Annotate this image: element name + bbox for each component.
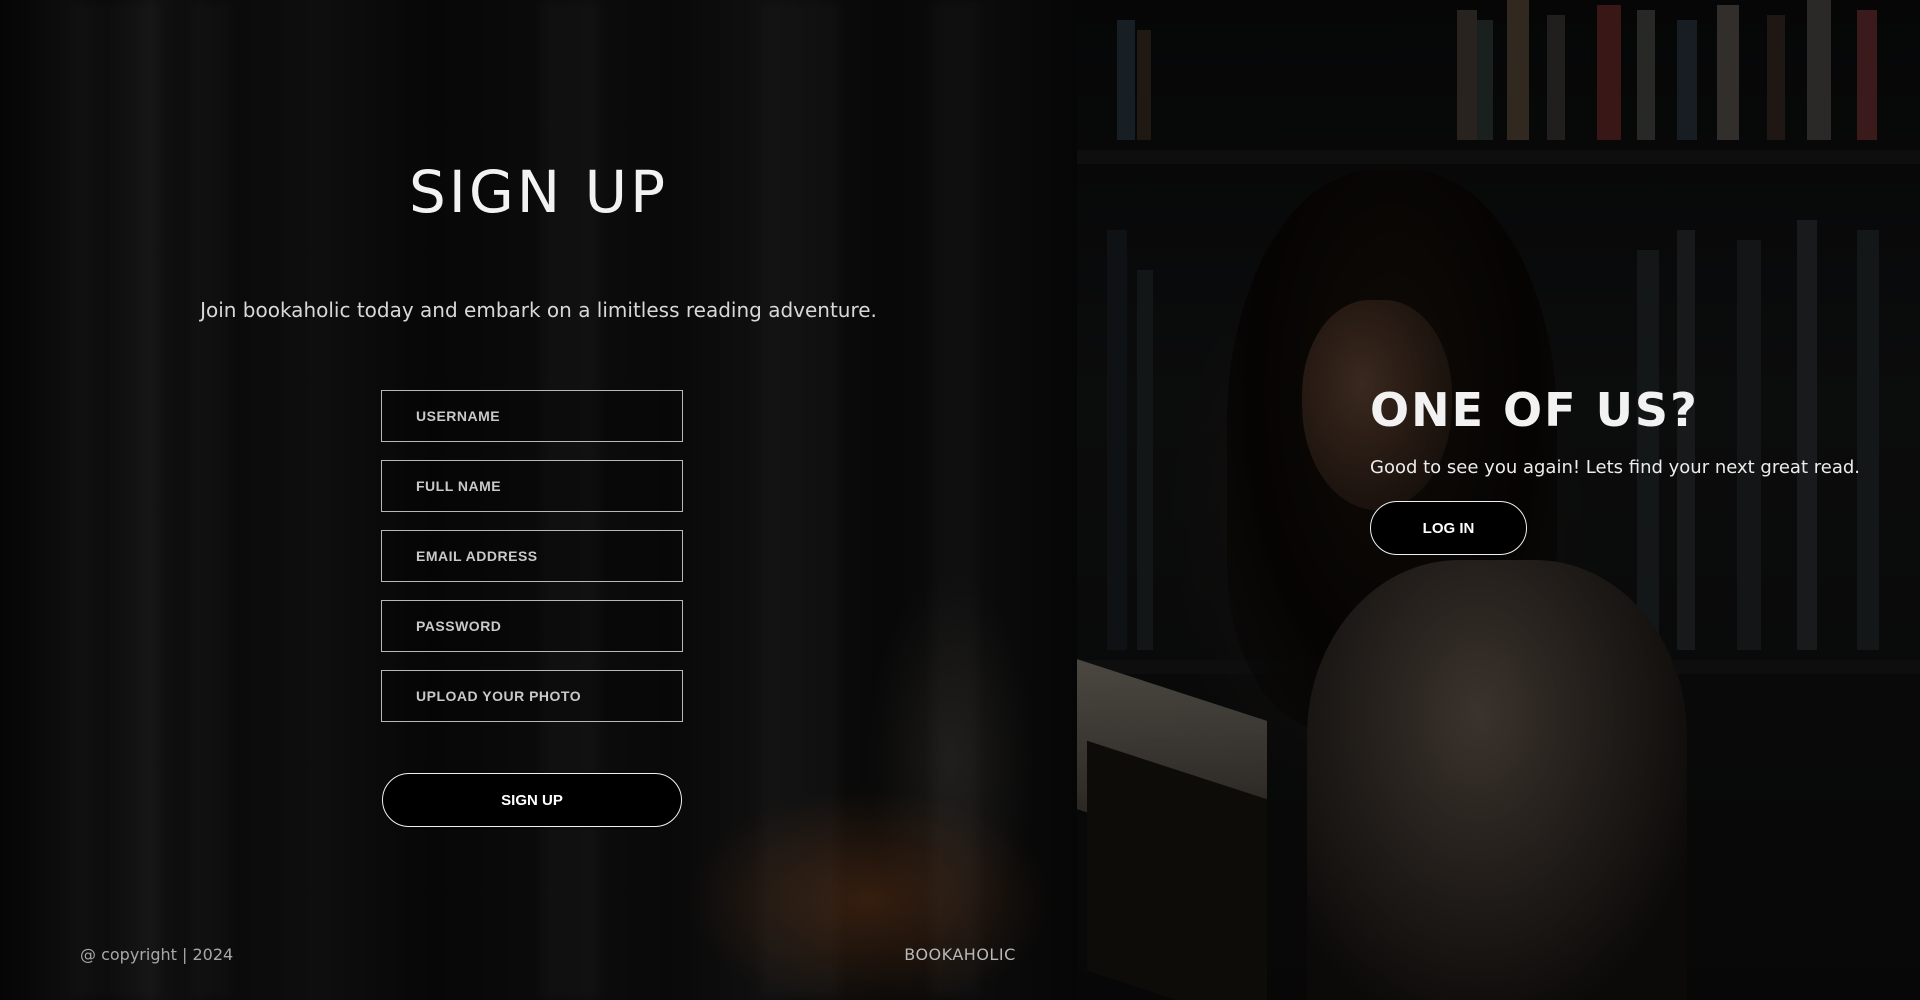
page-subtitle: Join bookaholic today and embark on a li…	[200, 298, 877, 322]
password-field[interactable]	[381, 600, 683, 652]
upload-photo-field[interactable]	[381, 670, 683, 722]
page-title: SIGN UP	[408, 158, 669, 226]
login-message: Good to see you again! Lets find your ne…	[1370, 457, 1860, 478]
background-photo	[1077, 0, 1920, 1000]
full-name-field[interactable]	[381, 460, 683, 512]
login-heading: ONE OF US?	[1370, 383, 1699, 437]
brand-name: BOOKAHOLIC	[904, 945, 1016, 964]
signup-button[interactable]: SIGN UP	[382, 773, 682, 827]
signup-page: SIGN UP Join bookaholic today and embark…	[0, 0, 1920, 1000]
email-field[interactable]	[381, 530, 683, 582]
login-button[interactable]: LOG IN	[1370, 501, 1527, 555]
username-field[interactable]	[381, 390, 683, 442]
